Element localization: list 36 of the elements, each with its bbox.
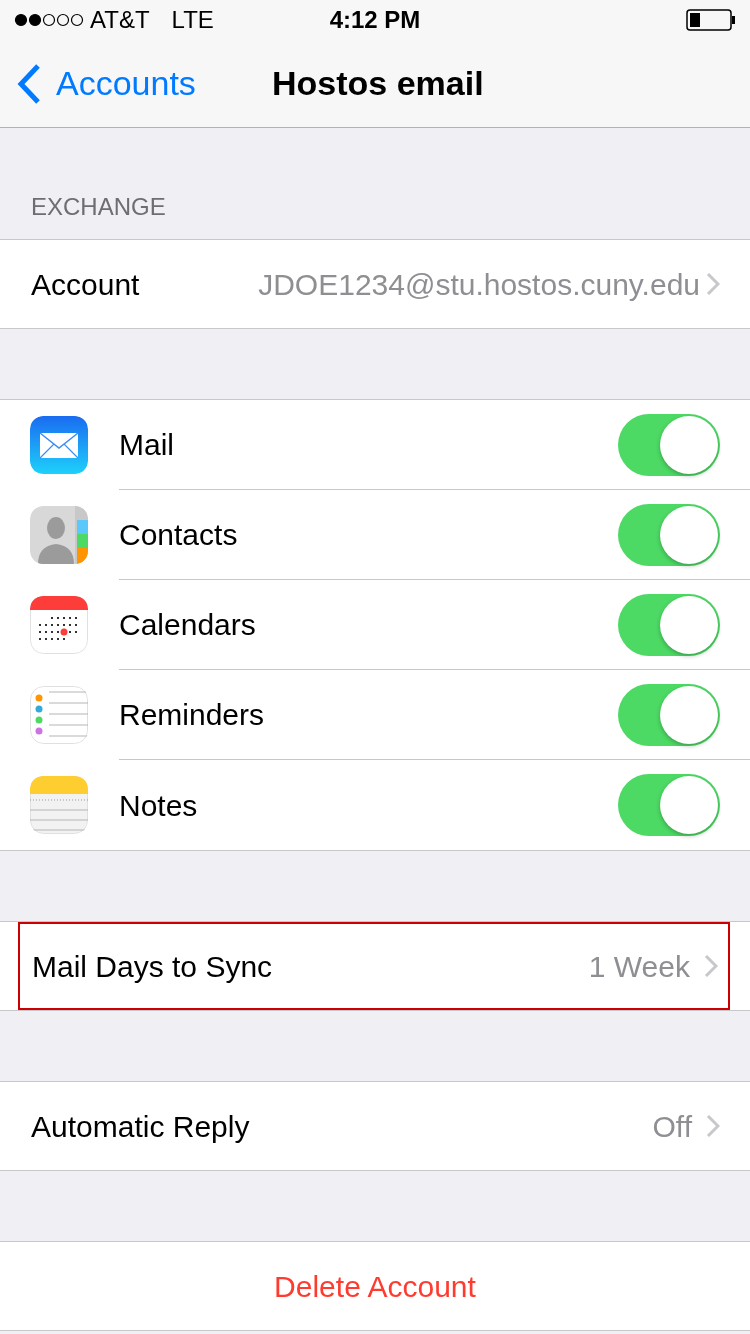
back-chevron-icon: [16, 62, 42, 105]
toggle-switch[interactable]: [618, 503, 720, 566]
row-value: Off: [652, 1108, 692, 1145]
screen-title: Hostos email: [272, 63, 484, 104]
settings-row[interactable]: Mail Days to Sync 1 Week: [18, 922, 730, 1010]
notes-icon: [30, 776, 88, 834]
service-label: Notes: [119, 787, 199, 824]
service-label: Calendars: [119, 607, 257, 643]
service-label: Reminders: [119, 697, 266, 733]
battery-icon: [686, 9, 736, 31]
chevron-icon: [706, 1114, 720, 1138]
section-header: EXCHANGE: [31, 192, 166, 222]
back-button[interactable]: Accounts: [16, 58, 196, 109]
reminders-icon: [30, 686, 88, 744]
settings-row[interactable]: Automatic Reply Off: [0, 1082, 750, 1170]
carrier-label: AT&T: [90, 5, 150, 35]
delete-account-button[interactable]: Delete Account: [274, 1263, 476, 1309]
row-label: Automatic Reply: [31, 1108, 250, 1145]
signal-icon: [14, 13, 84, 27]
status-time: 4:12 PM: [329, 5, 421, 35]
contacts-icon: [30, 506, 88, 564]
calendar-icon: [30, 596, 88, 654]
toggle-switch[interactable]: [618, 774, 720, 836]
chevron-icon: [706, 272, 720, 296]
toggle-switch[interactable]: [618, 683, 720, 746]
network-label: LTE: [171, 5, 214, 35]
service-label: Contacts: [119, 517, 239, 553]
toggle-switch[interactable]: [618, 413, 720, 476]
row-label: Mail Days to Sync: [32, 948, 273, 985]
row-value: 1 Week: [588, 948, 690, 985]
chevron-icon: [704, 954, 718, 978]
account-email: JDOE1234@stu.hostos.cuny.edu: [258, 266, 700, 303]
account-label: Account: [31, 266, 140, 303]
toggle-switch[interactable]: [618, 593, 720, 656]
envelope-icon: [30, 416, 88, 474]
service-label: Mail: [119, 427, 175, 463]
